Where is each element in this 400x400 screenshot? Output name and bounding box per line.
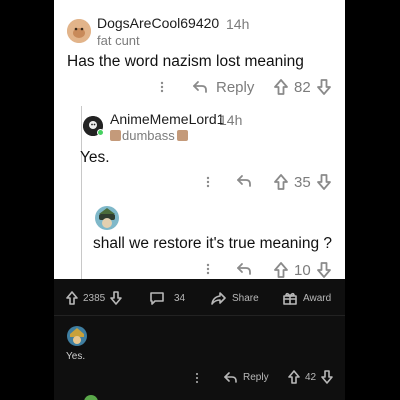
comment-3-vote-count: 10 — [294, 261, 311, 279]
comment-2-vote-bar: 35 — [274, 173, 331, 191]
downvote-icon[interactable] — [316, 262, 331, 278]
upvote-icon[interactable] — [274, 79, 288, 95]
post-comment-count: 34 — [174, 292, 186, 304]
comment-1-reply-label: Reply — [216, 78, 255, 96]
comment-1-more-icon[interactable] — [158, 80, 166, 94]
comment-thread-light: DogsAreCool69420 14h fat cunt Has the wo… — [54, 0, 345, 279]
downvote-icon[interactable] — [110, 291, 123, 305]
bottom-comment-vote-bar: 42 — [288, 370, 333, 384]
comment-1-vote-bar: 82 — [274, 78, 331, 96]
comment-1-username[interactable]: DogsAreCool69420 — [97, 15, 219, 31]
comment-3-vote-bar: 10 — [274, 261, 331, 279]
avatar-dogsarecool[interactable] — [67, 19, 91, 43]
flair-emoji-icon — [110, 130, 121, 141]
bottom-comment-reply-label: Reply — [243, 371, 269, 383]
comment-2-time: 14h — [219, 112, 243, 128]
downvote-icon[interactable] — [316, 174, 331, 190]
post-share-button[interactable]: Share — [211, 291, 259, 305]
comment-1-vote-count: 82 — [294, 78, 311, 96]
share-icon — [211, 291, 226, 305]
post-upvote-count: 2385 — [83, 292, 106, 304]
comment-2-flair: dumbass — [110, 128, 188, 143]
comment-1-time: 14h — [226, 16, 250, 32]
comment-2-username[interactable]: AnimeMemeLord1 — [110, 111, 224, 127]
reply-icon — [237, 263, 251, 275]
upvote-icon[interactable] — [274, 262, 288, 278]
post-comments-button[interactable]: 34 — [150, 291, 185, 305]
post-share-label: Share — [232, 292, 259, 304]
reply-icon — [193, 81, 207, 93]
thread-line-2[interactable] — [81, 200, 82, 279]
bottom-comment-reply-button[interactable]: Reply — [224, 370, 269, 384]
bottom-comment-more-icon[interactable] — [194, 371, 200, 383]
post-award-button[interactable]: Award — [283, 291, 331, 305]
comment-icon — [150, 291, 164, 305]
comment-2-vote-count: 35 — [294, 173, 311, 191]
award-icon — [283, 292, 297, 305]
reply-icon — [237, 175, 251, 187]
downvote-icon[interactable] — [321, 370, 333, 384]
post-dark-section: 2385 34 Share Award Yes. Reply 42 — [54, 279, 345, 400]
avatar-next-comment[interactable] — [84, 395, 98, 400]
comment-3-reply-button[interactable] — [236, 262, 252, 279]
comment-3-body: shall we restore it's true meaning ? — [93, 235, 333, 252]
post-vote-bar: 2385 — [66, 291, 123, 305]
upvote-icon[interactable] — [274, 174, 288, 190]
comment-2-reply-button[interactable] — [236, 174, 252, 193]
upvote-icon[interactable] — [288, 370, 300, 384]
avatar-comment-3[interactable] — [94, 205, 120, 231]
flair-emoji-icon — [176, 130, 188, 141]
downvote-icon[interactable] — [316, 79, 331, 95]
online-status-dot — [97, 129, 104, 136]
reply-icon — [224, 371, 237, 383]
comment-1-body: Has the word nazism lost meaning — [67, 53, 304, 70]
post-award-label: Award — [303, 292, 332, 304]
comment-2-body: Yes. — [80, 149, 110, 166]
upvote-icon[interactable] — [66, 291, 78, 305]
bottom-comment-body: Yes. — [66, 351, 86, 362]
comment-2-more-icon[interactable] — [204, 175, 212, 189]
comment-1-flair: fat cunt — [97, 33, 140, 48]
comment-3-more-icon[interactable] — [204, 262, 212, 276]
bottom-comment-vote-count: 42 — [305, 371, 317, 383]
comment-1-reply-button[interactable]: Reply — [192, 78, 254, 96]
screenshot-stage: DogsAreCool69420 14h fat cunt Has the wo… — [0, 0, 400, 400]
avatar-bottom-comment[interactable] — [66, 325, 88, 347]
section-divider — [54, 315, 345, 316]
